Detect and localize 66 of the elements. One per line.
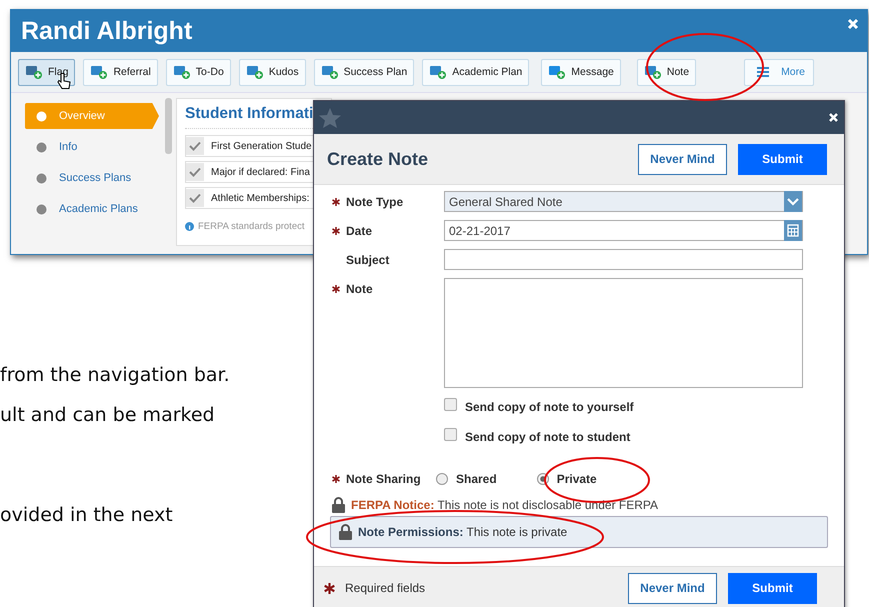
add-icon bbox=[429, 65, 448, 79]
close-icon[interactable] bbox=[847, 18, 859, 30]
lock-icon bbox=[339, 524, 352, 540]
note-type-dropdown[interactable]: General Shared Note bbox=[444, 191, 803, 212]
checkbox[interactable] bbox=[444, 428, 457, 440]
lock-icon bbox=[332, 497, 345, 513]
field-label: Note Type bbox=[346, 194, 404, 208]
toolbar-button[interactable]: Academic Plan bbox=[422, 58, 530, 86]
sidebar-item[interactable]: Info bbox=[25, 134, 159, 160]
sidebar-item[interactable]: Academic Plans bbox=[25, 196, 159, 222]
menu-icon bbox=[757, 67, 770, 77]
radio-button[interactable] bbox=[436, 472, 448, 484]
calendar-icon bbox=[784, 220, 802, 241]
field-label: Date bbox=[346, 224, 372, 238]
toolbar-button[interactable]: Note bbox=[636, 58, 696, 86]
add-icon bbox=[644, 65, 662, 79]
subject-field[interactable] bbox=[444, 249, 803, 270]
document-text: ult and can be marked bbox=[0, 404, 216, 428]
checkbox-label: Send copy of note to yourself bbox=[465, 400, 634, 414]
permissions-text: Note Permissions: This note is private bbox=[358, 525, 568, 539]
add-icon bbox=[172, 65, 191, 79]
submit-button[interactable]: Submit bbox=[728, 572, 817, 604]
checkbox[interactable] bbox=[444, 398, 457, 410]
required-note: Required fields bbox=[345, 581, 426, 595]
scrollbar[interactable] bbox=[165, 98, 172, 154]
close-icon[interactable] bbox=[828, 112, 839, 123]
radio-label: Shared bbox=[456, 472, 497, 486]
sidebar-item[interactable]: Success Plans bbox=[25, 165, 159, 191]
add-icon bbox=[246, 65, 264, 79]
nav-icon bbox=[36, 172, 47, 184]
field-label: Subject bbox=[346, 252, 390, 266]
ferpa-text: FERPA standards protect bbox=[198, 221, 304, 232]
toolbar-button[interactable]: Referral bbox=[83, 58, 158, 86]
info-row-text: First Generation Stude bbox=[210, 140, 312, 152]
info-icon bbox=[185, 222, 194, 231]
radio-label: Private bbox=[556, 472, 597, 486]
field-label: Note Sharing bbox=[346, 472, 421, 486]
add-icon bbox=[320, 65, 339, 79]
star-icon bbox=[318, 106, 342, 128]
toolbar-button[interactable]: Success Plan bbox=[314, 58, 414, 86]
submit-button[interactable]: Submit bbox=[738, 144, 827, 174]
info-row-text: Major if declared: Fina bbox=[210, 166, 310, 178]
checkbox-label: Send copy of note to student bbox=[465, 430, 630, 444]
date-field[interactable]: 02-21-2017 bbox=[444, 220, 803, 241]
toolbar-button[interactable]: More bbox=[744, 58, 814, 86]
nav-icon bbox=[36, 204, 47, 214]
field-label: Note bbox=[346, 282, 373, 296]
nav-icon bbox=[36, 110, 47, 122]
dialog-title: Create Note bbox=[327, 148, 428, 170]
chevron-down-icon bbox=[784, 191, 802, 212]
window-title: Randi Albright bbox=[21, 16, 192, 46]
document-text: from the navigation bar. bbox=[0, 364, 230, 388]
required-icon bbox=[324, 582, 335, 594]
toolbar-button[interactable]: To-Do bbox=[166, 58, 231, 86]
info-row-text: Athletic Memberships: bbox=[210, 192, 310, 204]
toolbar-button[interactable]: Message bbox=[541, 58, 621, 86]
nav-icon bbox=[36, 142, 47, 152]
add-icon bbox=[90, 65, 108, 79]
toolbar-button[interactable]: Kudos bbox=[238, 58, 306, 86]
add-icon bbox=[25, 65, 43, 79]
document-text: ovided in the next bbox=[0, 504, 174, 528]
cancel-button[interactable]: Never Mind bbox=[628, 572, 717, 604]
cancel-button[interactable]: Never Mind bbox=[638, 144, 727, 174]
add-icon bbox=[548, 65, 566, 79]
note-textarea[interactable] bbox=[444, 278, 803, 388]
ferpa-notice: FERPA Notice: This note is not disclosable under FERPA bbox=[351, 498, 658, 512]
